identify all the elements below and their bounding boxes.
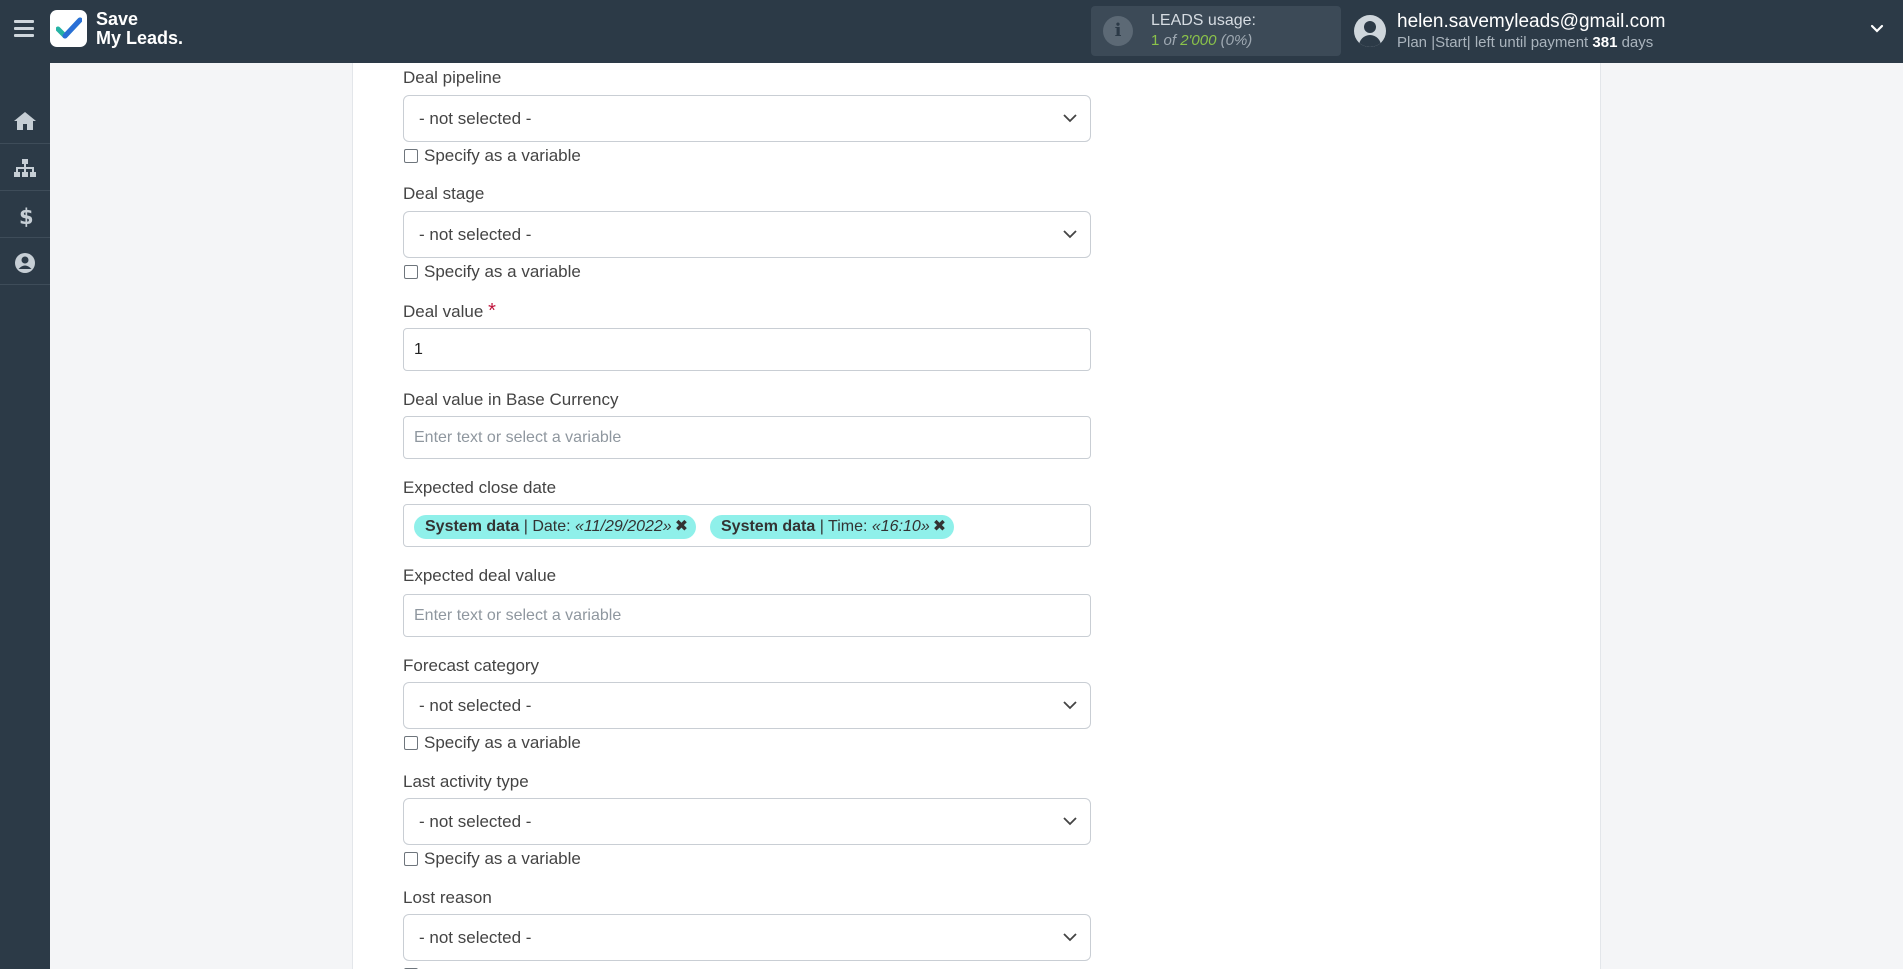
expected-deal-value-input[interactable] (403, 594, 1091, 637)
info-icon: i (1103, 16, 1133, 46)
days-suffix: days (1617, 34, 1654, 51)
expected-deal-value-label: Expected deal value (403, 566, 557, 585)
last-activity-type-variable-checkbox[interactable] (404, 852, 418, 866)
sidebar-item-account[interactable] (0, 239, 50, 285)
deal-stage-variable-checkbox[interactable] (404, 265, 418, 279)
dollar-icon: $ (19, 205, 34, 227)
deal-pipeline-value: - not selected - (419, 109, 532, 128)
sidebar-item-connections[interactable] (0, 145, 50, 191)
brand-name[interactable]: Save My Leads. (96, 10, 183, 48)
top-bar: Save My Leads. i LEADS usage: 1 of 2'000… (0, 0, 1903, 63)
chevron-down-icon (1063, 114, 1077, 123)
lost-reason-label: Lost reason (403, 888, 492, 907)
forecast-category-variable-label[interactable]: Specify as a variable (424, 733, 581, 753)
chevron-down-icon (1063, 817, 1077, 826)
last-activity-type-select[interactable]: - not selected - (403, 798, 1091, 845)
deal-value-base-label: Deal value in Base Currency (403, 390, 619, 409)
last-activity-type-label: Last activity type (403, 772, 529, 791)
leads-usage-panel: i LEADS usage: 1 of 2'000 (0%) (1091, 6, 1341, 56)
lost-reason-value: - not selected - (419, 928, 532, 947)
deal-value-label: Deal value * (403, 300, 496, 323)
logo-icon[interactable] (50, 10, 87, 47)
chevron-down-icon (1063, 933, 1077, 942)
required-mark: * (488, 300, 496, 322)
deal-value-base-input[interactable] (403, 416, 1091, 459)
deal-pipeline-label: Deal pipeline (403, 68, 502, 87)
svg-text:$: $ (19, 205, 34, 227)
tag-field: | Time: (815, 518, 872, 535)
variable-tag-time[interactable]: System data | Time: «16:10» ✖ (710, 515, 955, 539)
chevron-down-icon[interactable] (1870, 22, 1884, 36)
tag-value: «16:10» (871, 518, 930, 535)
expected-close-date-label: Expected close date (403, 478, 557, 497)
leads-percent: (0%) (1220, 32, 1253, 49)
user-email[interactable]: helen.savemyleads@gmail.com (1397, 11, 1666, 33)
remove-tag-icon[interactable]: ✖ (933, 518, 946, 535)
variable-tag-date[interactable]: System data | Date: «11/29/2022» ✖ (414, 515, 697, 539)
tag-value: «11/29/2022» (575, 518, 672, 535)
deal-stage-label: Deal stage (403, 184, 485, 203)
tag-source: System data (721, 518, 816, 535)
deal-pipeline-variable-label[interactable]: Specify as a variable (424, 146, 581, 166)
deal-stage-variable-label[interactable]: Specify as a variable (424, 262, 581, 282)
deal-stage-select[interactable]: - not selected - (403, 211, 1091, 258)
expected-close-date-input[interactable]: System data | Date: «11/29/2022» ✖ System… (403, 504, 1091, 547)
brand-line-2: My Leads. (96, 28, 184, 48)
leads-total: 2'000 (1180, 32, 1217, 49)
chevron-down-icon (1063, 230, 1077, 239)
chevron-down-icon (1063, 701, 1077, 710)
menu-toggle-icon[interactable] (14, 20, 34, 38)
plan-text: Plan |Start| left until payment (1397, 34, 1593, 51)
avatar[interactable] (1354, 15, 1386, 47)
lost-reason-select[interactable]: - not selected - (403, 914, 1091, 961)
user-plan-info: Plan |Start| left until payment 381 days (1397, 34, 1653, 51)
sitemap-icon (14, 159, 36, 177)
home-icon (14, 112, 36, 130)
tag-field: | Date: (519, 518, 575, 535)
forecast-category-label: Forecast category (403, 656, 540, 675)
sidebar: $ (0, 63, 50, 969)
deal-pipeline-variable-checkbox[interactable] (404, 149, 418, 163)
sidebar-item-billing[interactable]: $ (0, 192, 50, 238)
tag-source: System data (425, 518, 520, 535)
forecast-category-variable-checkbox[interactable] (404, 736, 418, 750)
forecast-category-select[interactable]: - not selected - (403, 682, 1091, 729)
leads-usage-label: LEADS usage: (1151, 12, 1256, 29)
brand-line-1: Save (96, 9, 139, 29)
deal-value-input[interactable] (403, 328, 1091, 371)
leads-of: of (1159, 32, 1181, 49)
user-circle-icon (15, 253, 35, 273)
sidebar-item-home[interactable] (0, 98, 50, 144)
deal-stage-value: - not selected - (419, 225, 532, 244)
last-activity-type-variable-label[interactable]: Specify as a variable (424, 849, 581, 869)
deal-value-label-text: Deal value (403, 302, 484, 321)
last-activity-type-value: - not selected - (419, 812, 532, 831)
deal-pipeline-select[interactable]: - not selected - (403, 95, 1091, 142)
forecast-category-value: - not selected - (419, 696, 532, 715)
days-left: 381 (1592, 34, 1618, 51)
remove-tag-icon[interactable]: ✖ (675, 518, 688, 535)
leads-usage-value: 1 of 2'000 (0%) (1151, 32, 1252, 49)
